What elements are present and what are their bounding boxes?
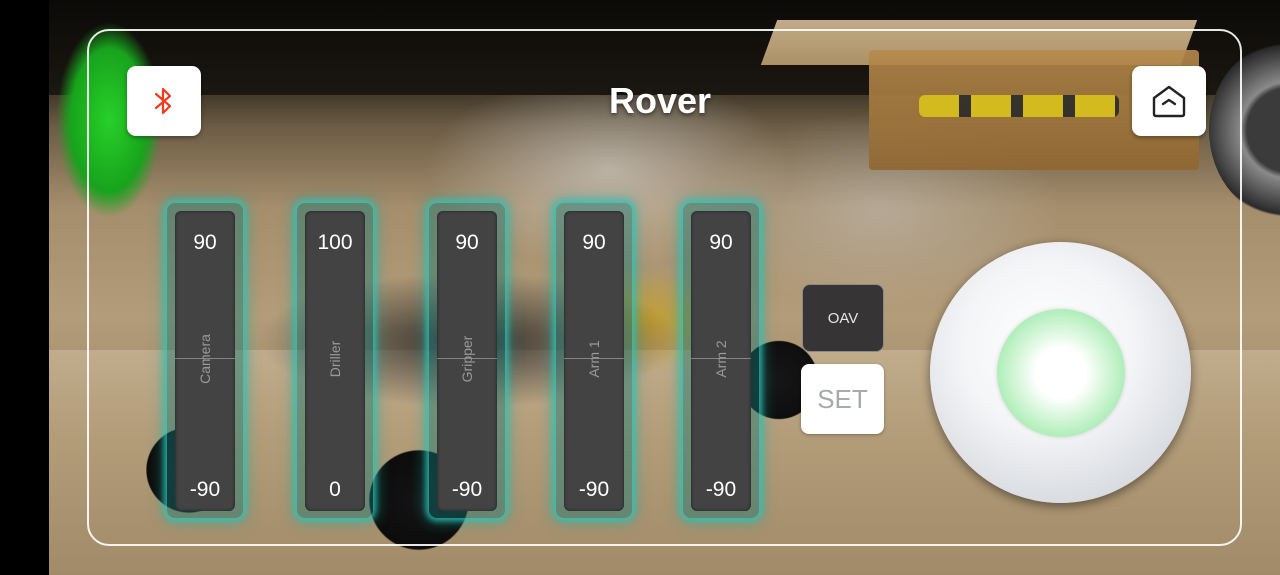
- slider-max-value: 90: [455, 231, 479, 254]
- slider-track[interactable]: 90 Arm 2 -90: [691, 211, 751, 511]
- slider-arm-1[interactable]: 90 Arm 1 -90: [556, 203, 632, 518]
- oav-button[interactable]: OAV: [802, 284, 884, 352]
- slider-max-value: 90: [193, 231, 217, 254]
- slider-min-value: -90: [451, 478, 483, 501]
- slider-label: Camera: [197, 334, 213, 384]
- slider-driller[interactable]: 100 Driller 0: [297, 203, 373, 518]
- slider-track[interactable]: 100 Driller 0: [305, 211, 365, 511]
- slider-track[interactable]: 90 Camera -90: [175, 211, 235, 511]
- slider-arm-2[interactable]: 90 Arm 2 -90: [683, 203, 759, 518]
- slider-max-value: 100: [317, 231, 353, 254]
- slider-gripper[interactable]: 90 Gripper -90: [429, 203, 505, 518]
- bluetooth-button[interactable]: [127, 66, 201, 136]
- slider-label: Arm 1: [586, 340, 602, 378]
- slider-max-value: 90: [582, 231, 606, 254]
- slider-max-value: 90: [709, 231, 733, 254]
- joystick-base[interactable]: [930, 242, 1191, 503]
- set-button[interactable]: SET: [801, 364, 884, 434]
- slider-label: Arm 2: [713, 340, 729, 378]
- home-icon: [1152, 85, 1186, 118]
- joystick-knob[interactable]: [997, 309, 1125, 437]
- slider-camera[interactable]: 90 Camera -90: [167, 203, 243, 518]
- slider-track[interactable]: 90 Arm 1 -90: [564, 211, 624, 511]
- slider-min-value: 0: [329, 478, 341, 501]
- slider-min-value: -90: [578, 478, 610, 501]
- bluetooth-icon: [154, 87, 172, 115]
- slider-track[interactable]: 90 Gripper -90: [437, 211, 497, 511]
- slider-label: Driller: [327, 340, 343, 378]
- slider-label: Gripper: [459, 335, 475, 383]
- page-title: Rover: [608, 80, 712, 121]
- home-button[interactable]: [1132, 66, 1206, 136]
- slider-min-value: -90: [189, 478, 221, 501]
- left-black-bar: [0, 0, 49, 575]
- slider-min-value: -90: [705, 478, 737, 501]
